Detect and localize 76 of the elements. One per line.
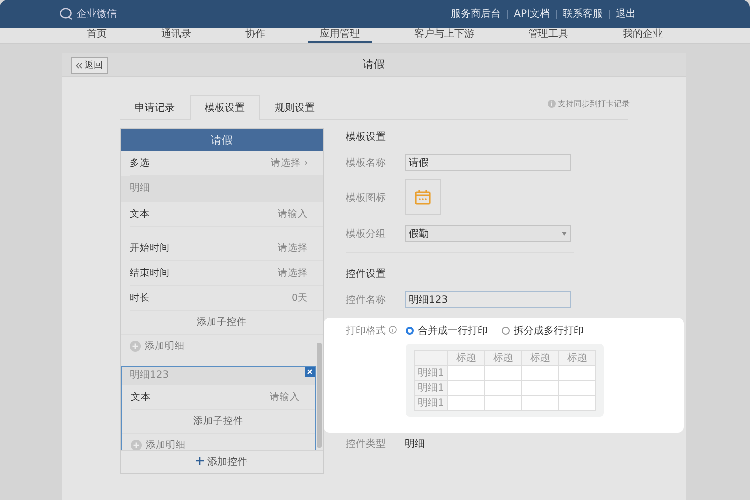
row-label: 明细1 [414,380,448,396]
field-label: 控件类型 [346,438,387,451]
close-icon[interactable] [305,367,315,377]
add-circle-icon[interactable] [130,340,141,352]
caret-icon [562,232,567,236]
table-header: 标题 [484,350,522,366]
info-icon [548,100,556,108]
nav-tab[interactable]: 通讯录 [149,28,204,43]
table-header: 标题 [522,350,559,366]
info-icon [389,326,397,334]
radio-button[interactable] [406,327,414,335]
top-link[interactable]: 退出 [616,7,636,21]
calendar-icon [415,190,431,204]
table-header: 标题 [558,350,596,366]
group-select[interactable]: 假勤 [405,225,571,242]
section-title: 控件设置 [346,268,387,281]
section-title: 模板设置 [346,130,387,144]
logo-text: 企业微信 [77,8,117,21]
add-detail-link[interactable]: 添加明细 [146,438,186,450]
field-label: 模板图标 [346,192,387,205]
field-label: 控件名称 [346,294,387,306]
form-row[interactable]: 时长 0天 [130,286,323,311]
template-name-input[interactable]: 请假 [405,154,571,171]
tab[interactable]: 模板设置 [190,95,260,120]
field-placeholder: 请输入 [270,390,300,404]
top-link[interactable]: 联系客服 [563,7,603,21]
form-row[interactable]: 文本 请输入 [131,385,315,410]
add-detail-link[interactable]: 添加明细 [145,340,185,352]
double-chevron-icon [76,62,83,68]
table-header: 标题 [448,350,485,366]
radio-button[interactable] [502,327,510,335]
field-label: 文本 [131,390,151,404]
group-title: 明细123 [130,370,170,381]
back-button[interactable]: 返回 [71,57,108,74]
sync-note: 支持同步到打卡记录 [558,99,630,110]
top-link[interactable]: API文档 [514,7,550,21]
row-label: 明细1 [414,366,448,380]
preview-header: 请假 [121,129,323,151]
field-placeholder: 请选择 › [271,156,308,170]
field-placeholder: 0天 [292,292,308,304]
field-label: 时长 [130,292,150,304]
top-link[interactable]: 服务商后台 [451,7,502,21]
nav-tab[interactable]: 协作 [234,28,278,43]
row-label: 明细1 [414,396,448,410]
control-type: 明细 [405,438,425,451]
form-row[interactable]: 文本 请输入 [130,202,323,227]
form-row[interactable]: 开始时间 请选择 [130,236,323,261]
nav-tab[interactable]: 管理工具 [516,28,581,43]
field-label: 结束时间 [130,266,170,280]
field-label: 模板分组 [346,228,387,240]
scrollbar[interactable] [317,343,322,448]
add-circle-icon[interactable] [131,440,142,450]
nav-tab[interactable]: 客户与上下游 [402,28,486,43]
plus-icon [196,457,204,465]
field-label: 开始时间 [130,242,170,254]
section-label: 明细 [121,176,323,202]
tab[interactable]: 规则设置 [260,95,330,120]
page-title: 请假 [363,57,385,72]
icon-picker[interactable] [405,179,441,215]
field-placeholder: 请输入 [278,208,308,220]
field-label: 多选 [130,156,150,170]
field-label: 文本 [130,208,150,220]
control-name-input[interactable]: 明细123 [405,291,571,308]
field-placeholder: 请选择 [278,242,308,254]
field-placeholder: 请选择 [278,266,308,280]
radio-option[interactable]: 合并成一行打印 [406,324,488,338]
nav-tab[interactable]: 首页 [75,28,120,43]
radio-option[interactable]: 拆分成多行打印 [502,324,584,338]
tab[interactable]: 申请记录 [120,95,190,120]
field-label: 打印格式 [346,324,386,338]
form-row[interactable]: 结束时间 请选择 [130,261,323,286]
add-subcontrol-button[interactable]: 添加子控件 [122,410,315,434]
field-label: 模板名称 [346,156,387,170]
add-subcontrol-button[interactable]: 添加子控件 [121,311,323,335]
nav-tab[interactable]: 我的企业 [610,28,675,43]
nav-tab[interactable]: 应用管理 [308,28,372,43]
